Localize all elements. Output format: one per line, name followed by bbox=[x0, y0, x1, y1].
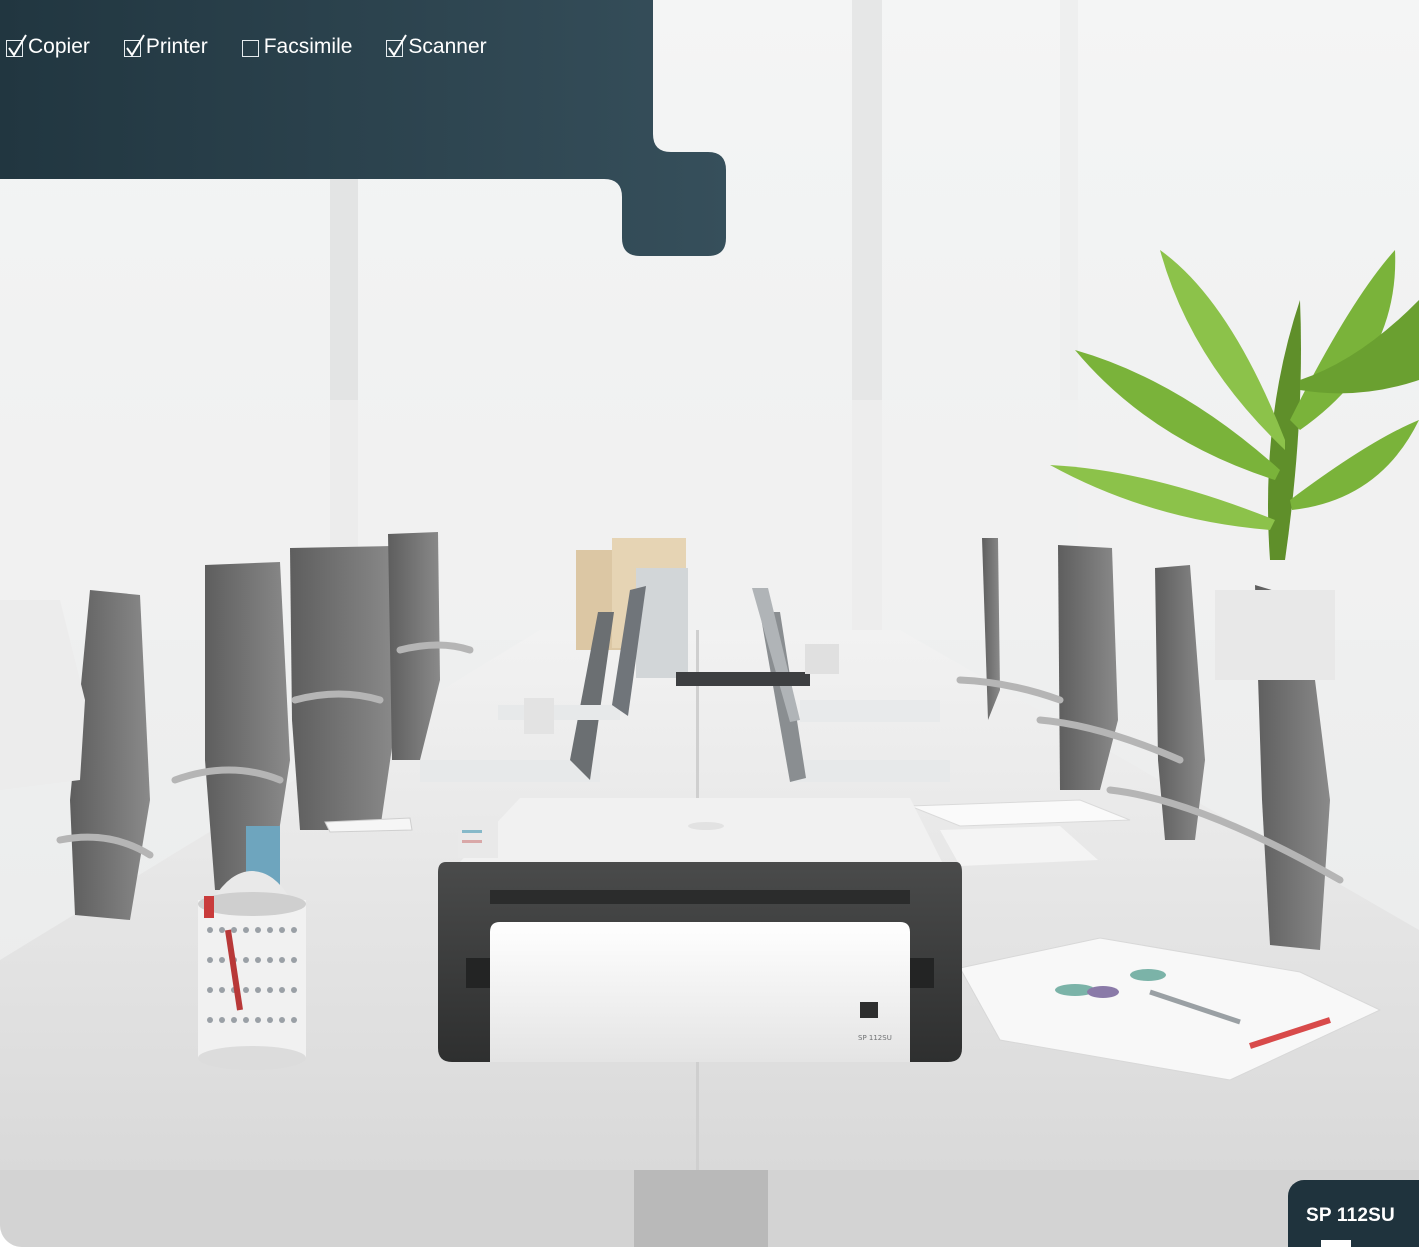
checkbox-empty-icon bbox=[241, 39, 259, 57]
feature-printer: Printer bbox=[123, 33, 208, 59]
model-name: SP 112SU bbox=[1306, 1205, 1395, 1226]
model-tab-accent bbox=[1321, 1240, 1351, 1247]
feature-label: Scanner bbox=[408, 35, 487, 58]
checkbox-checked-icon bbox=[6, 33, 27, 57]
feature-label: Facsimile bbox=[263, 35, 353, 58]
feature-copier: Copier bbox=[6, 33, 90, 59]
checkbox-checked-icon bbox=[123, 33, 145, 57]
checkbox-checked-icon bbox=[386, 33, 408, 57]
feature-list: Copier Printer Facsimile Scanner bbox=[6, 33, 521, 61]
printer-badge: SP 112SU bbox=[858, 1034, 892, 1042]
model-tab: SP 112SU bbox=[1288, 1180, 1419, 1247]
feature-label: Copier bbox=[28, 35, 90, 58]
feature-scanner: Scanner bbox=[386, 33, 487, 59]
feature-facsimile: Facsimile bbox=[241, 35, 353, 59]
feature-label: Printer bbox=[145, 35, 208, 58]
